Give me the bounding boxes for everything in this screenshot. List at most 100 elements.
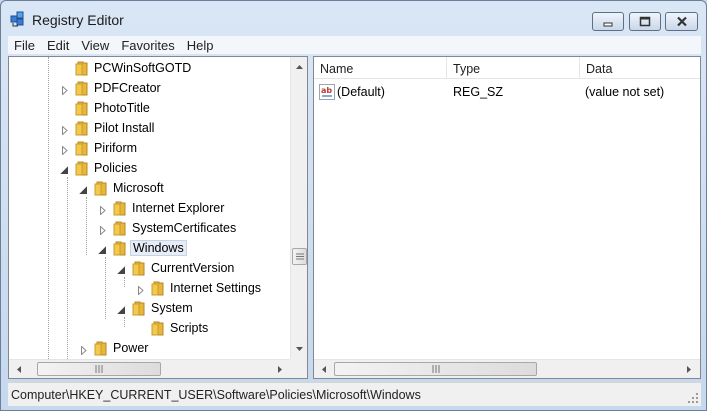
menu-help[interactable]: Help bbox=[181, 38, 220, 53]
tree-node-label: PCWinSoftGOTD bbox=[94, 61, 192, 75]
tree-horizontal-scroll-thumb[interactable] bbox=[37, 362, 161, 376]
arrow-left-icon bbox=[17, 365, 21, 373]
grip-lines-icon bbox=[432, 365, 439, 373]
collapse-arrow-icon[interactable] bbox=[79, 184, 88, 194]
grip-lines-icon bbox=[295, 253, 304, 260]
tree-guide-line bbox=[105, 257, 106, 319]
scroll-left-button[interactable] bbox=[11, 361, 27, 377]
status-bar: Computer\HKEY_CURRENT_USER\Software\Poli… bbox=[8, 382, 701, 406]
tree-node[interactable]: Scripts bbox=[136, 319, 290, 337]
close-button[interactable] bbox=[665, 12, 698, 31]
values-list-pane[interactable]: Name Type Data ab (Default) REG_SZ (valu… bbox=[313, 56, 701, 379]
scroll-right-button[interactable] bbox=[681, 361, 697, 377]
expand-arrow-icon[interactable] bbox=[136, 284, 145, 296]
expand-arrow-icon[interactable] bbox=[79, 344, 88, 356]
tree-node[interactable]: Pilot Install bbox=[60, 119, 290, 137]
value-data: (value not set) bbox=[585, 85, 665, 99]
value-name: (Default) bbox=[337, 85, 385, 99]
arrow-left-icon bbox=[322, 365, 326, 373]
tree-node[interactable]: Microsoft bbox=[79, 179, 290, 197]
scroll-down-button[interactable] bbox=[291, 341, 307, 357]
list-item[interactable]: ab (Default) REG_SZ (value not set) bbox=[314, 83, 700, 101]
collapse-arrow-icon[interactable] bbox=[117, 264, 126, 274]
expand-arrow-icon[interactable] bbox=[60, 144, 69, 156]
tree-vertical-scroll-thumb[interactable] bbox=[292, 248, 307, 265]
scrollbar-corner bbox=[290, 359, 307, 378]
tree-guide-line bbox=[67, 177, 68, 359]
registry-editor-window: Registry Editor File Edit View Favorites… bbox=[0, 0, 707, 411]
expand-arrow-icon[interactable] bbox=[98, 224, 107, 236]
expand-arrow-icon[interactable] bbox=[98, 204, 107, 216]
tree-node[interactable]: System bbox=[117, 299, 290, 317]
tree-node[interactable]: PCWinSoftGOTD bbox=[60, 59, 290, 77]
folder-icon bbox=[112, 200, 128, 216]
value-type: REG_SZ bbox=[453, 85, 504, 99]
list-horizontal-scrollbar[interactable] bbox=[314, 359, 700, 378]
scroll-left-button[interactable] bbox=[316, 361, 332, 377]
tree-node-label: Pilot Install bbox=[94, 121, 155, 135]
scroll-right-button[interactable] bbox=[272, 361, 288, 377]
folder-icon bbox=[112, 240, 128, 256]
tree-node[interactable]: CurrentVersion bbox=[117, 259, 290, 277]
window-title: Registry Editor bbox=[32, 12, 124, 28]
collapse-arrow-icon[interactable] bbox=[60, 164, 69, 174]
expand-arrow-icon[interactable] bbox=[60, 124, 69, 136]
tree-node-label: Scripts bbox=[170, 321, 209, 335]
menu-view[interactable]: View bbox=[75, 38, 115, 53]
tree-node[interactable]: Internet Explorer bbox=[98, 199, 290, 217]
folder-icon bbox=[74, 100, 90, 116]
menu-edit[interactable]: Edit bbox=[41, 38, 75, 53]
tree-node[interactable]: Policies bbox=[60, 159, 290, 177]
tree-node-label: Windows bbox=[130, 240, 187, 256]
tree-node-label: Power bbox=[113, 341, 149, 355]
scroll-up-button[interactable] bbox=[291, 59, 307, 75]
maximize-icon bbox=[639, 16, 651, 27]
menu-favorites[interactable]: Favorites bbox=[115, 38, 180, 53]
minimize-button[interactable] bbox=[592, 12, 624, 31]
arrow-right-icon bbox=[278, 365, 282, 373]
tree-vertical-scrollbar[interactable] bbox=[290, 57, 307, 359]
collapse-arrow-icon[interactable] bbox=[98, 244, 107, 254]
tree-node[interactable]: PDFCreator bbox=[60, 79, 290, 97]
expand-arrow-icon[interactable] bbox=[60, 84, 69, 96]
minimize-icon bbox=[603, 22, 613, 26]
menu-file[interactable]: File bbox=[8, 38, 41, 53]
tree-node[interactable]: Internet Settings bbox=[136, 279, 290, 297]
maximize-button[interactable] bbox=[629, 12, 661, 31]
list-horizontal-scroll-thumb[interactable] bbox=[334, 362, 537, 376]
tree-node-label: Internet Settings bbox=[170, 281, 262, 295]
tree-horizontal-scrollbar[interactable] bbox=[9, 359, 290, 378]
folder-icon bbox=[131, 300, 147, 316]
tree-node[interactable]: SystemCertificates bbox=[98, 219, 290, 237]
tree-node-label: System bbox=[151, 301, 193, 315]
close-icon bbox=[676, 16, 687, 27]
resize-grip-icon[interactable] bbox=[687, 392, 699, 404]
tree-guide-line bbox=[86, 197, 87, 255]
folder-icon bbox=[74, 140, 90, 156]
tree-node[interactable]: PhotoTitle bbox=[60, 99, 290, 117]
folder-icon bbox=[93, 340, 109, 356]
folder-icon bbox=[74, 120, 90, 136]
arrow-right-icon bbox=[687, 365, 691, 373]
arrow-down-icon bbox=[295, 347, 303, 351]
registry-tree-pane[interactable]: PCWinSoftGOTD PDFCreator PhotoTitle Pilot I… bbox=[8, 56, 308, 379]
collapse-arrow-icon[interactable] bbox=[117, 304, 126, 314]
folder-icon bbox=[93, 180, 109, 196]
svg-text:ab: ab bbox=[321, 86, 332, 95]
tree-node[interactable]: Power bbox=[79, 339, 290, 357]
column-header-type[interactable]: Type bbox=[447, 57, 580, 79]
tree-node[interactable]: Windows bbox=[98, 239, 290, 257]
tree-node-label: CurrentVersion bbox=[151, 261, 235, 275]
folder-icon bbox=[74, 60, 90, 76]
tree-node[interactable]: Piriform bbox=[60, 139, 290, 157]
column-header-data[interactable]: Data bbox=[580, 57, 700, 79]
registry-editor-icon bbox=[10, 10, 27, 27]
status-path: Computer\HKEY_CURRENT_USER\Software\Poli… bbox=[11, 388, 421, 402]
tree-guide-line bbox=[124, 317, 125, 327]
title-bar[interactable]: Registry Editor bbox=[1, 1, 706, 34]
registry-tree: PCWinSoftGOTD PDFCreator PhotoTitle Pilot I… bbox=[9, 57, 290, 359]
folder-icon bbox=[131, 260, 147, 276]
column-header-name[interactable]: Name bbox=[314, 57, 447, 79]
folder-icon bbox=[112, 220, 128, 236]
tree-node-label: SystemCertificates bbox=[132, 221, 237, 235]
